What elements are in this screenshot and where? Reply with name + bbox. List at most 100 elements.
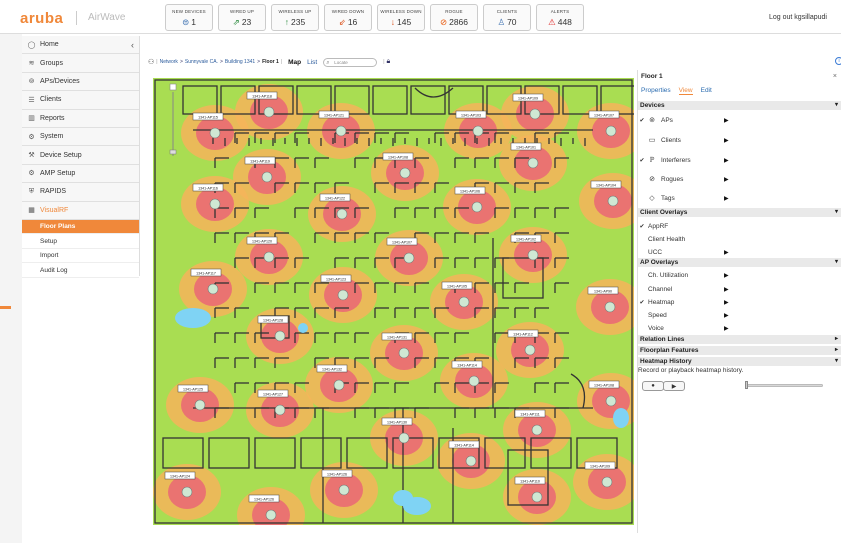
status-bar: NEW DEVICES ⊜ 1 WIRED UP ⇗ 23 WIRELESS UP ↑ 235 W… (165, 4, 584, 31)
section-client-overlays[interactable]: Client Overlays ▾ (638, 208, 841, 217)
help-icon[interactable]: i (835, 57, 841, 65)
tab-edit[interactable]: Edit (701, 87, 712, 95)
rogue-icon: ⊘ (439, 17, 448, 27)
submenu-arrow-icon: ▶ (724, 312, 729, 319)
expand-icon: ▸ (834, 347, 838, 353)
overlay-speed[interactable]: Speed ▶ (638, 309, 758, 321)
sidebar-item-label: System (40, 133, 64, 141)
ap-icon (529, 108, 541, 120)
tab-list[interactable]: List (307, 59, 317, 66)
submenu-arrow-icon: ▶ (724, 195, 729, 202)
sidebar-item-clients[interactable]: ☰ Clients (22, 91, 139, 110)
sidebar-item-system[interactable]: ⚙ System (22, 127, 139, 147)
ap-label: 1341-AP123 (326, 277, 346, 281)
section-relation-label: Relation Lines (640, 336, 685, 343)
stat-label: WIRELESS UP (278, 9, 312, 14)
record-button[interactable]: ● (642, 381, 664, 391)
sidebar-item-groups[interactable]: ≋ Groups (22, 54, 139, 73)
stat-wireless-down[interactable]: WIRELESS DOWN ↓ 145 (377, 4, 425, 31)
stat-clients[interactable]: CLIENTS ♙ 70 (483, 4, 531, 31)
stat-label: WIRELESS DOWN (380, 9, 422, 14)
overlay-channel[interactable]: Channel ▶ (638, 283, 758, 295)
network-icon[interactable]: ⚇ (148, 58, 154, 66)
tab-map[interactable]: Map (288, 59, 301, 66)
overlay-ucc[interactable]: UCC ▶ (638, 246, 758, 258)
stat-number: 16 (347, 17, 358, 27)
stat-wired-down[interactable]: WIRED DOWN ⇙ 16 (324, 4, 372, 31)
ap-icon (527, 249, 539, 261)
wireless-up-icon: ↑ (284, 17, 290, 27)
close-icon[interactable]: × (833, 73, 837, 80)
sidebar-item-reports[interactable]: ▥ Reports (22, 109, 139, 128)
section-ap-overlays[interactable]: AP Overlays ▾ (638, 258, 841, 267)
history-slider-handle[interactable] (745, 381, 748, 389)
breadcrumb-network[interactable]: Network (160, 59, 178, 65)
breadcrumb-building[interactable]: Building 1341 (225, 59, 255, 65)
collapse-sidebar-icon[interactable]: ‹ (131, 40, 134, 50)
locate-search-input[interactable]: ⌕ Locate (323, 57, 378, 67)
logout-link[interactable]: Log out kgsillapudi (769, 14, 827, 21)
sidebar-item-visualrf[interactable]: ▦ VisualRF (22, 201, 139, 220)
section-floorplan-features[interactable]: Floorplan Features ▸ (638, 346, 841, 355)
clients-icon: ☰ (28, 96, 35, 104)
overlay-client-health[interactable]: Client Health (638, 233, 758, 245)
stat-new-devices[interactable]: NEW DEVICES ⊜ 1 (165, 4, 213, 31)
ap-icon: ⊚ (28, 78, 35, 86)
ap-icon (398, 347, 410, 359)
overlay-aps[interactable]: ✔ ⊚ APs ▶ (638, 114, 758, 126)
ap-icon (265, 509, 277, 521)
ap-icon (207, 283, 219, 295)
breadcrumb-floor: Floor 1 (262, 59, 279, 65)
overlay-heatmap[interactable]: ✔ Heatmap ▶ (638, 296, 758, 308)
tab-view[interactable]: View (678, 87, 693, 95)
overlay-rogues[interactable]: ⊘ Rogues ▶ (638, 173, 758, 185)
section-relation-lines[interactable]: Relation Lines ▸ (638, 335, 841, 344)
lock-icon[interactable]: 🔒︎ (387, 58, 391, 66)
overlay-label: Ch. Utilization (648, 271, 689, 279)
subnav-setup[interactable]: Setup (22, 234, 139, 249)
aruba-logo[interactable]: aruba (20, 10, 63, 27)
history-slider-track[interactable] (747, 384, 823, 387)
stat-wired-up[interactable]: WIRED UP ⇗ 23 (218, 4, 266, 31)
overlay-label: Channel (648, 285, 673, 293)
visualrf-icon: ▦ (28, 207, 35, 215)
search-placeholder: Locate (334, 59, 348, 65)
subnav-floor-plans[interactable]: Floor Plans (22, 219, 139, 235)
ap-icon (465, 455, 477, 467)
sidebar-item-rapids[interactable]: ⛨ RAPIDS (22, 183, 139, 202)
overlay-voice[interactable]: Voice ▶ (638, 322, 758, 334)
overlay-clients[interactable]: ▭ Clients ▶ (638, 134, 758, 146)
sidebar-item-label: Groups (40, 59, 63, 67)
subnav-audit-log[interactable]: Audit Log (22, 263, 139, 278)
stat-value: ♙ 70 (484, 17, 530, 28)
play-button[interactable]: ▶ (663, 381, 685, 391)
overlay-label: Interferers (661, 156, 691, 164)
sidebar-item-aps-devices[interactable]: ⊚ APs/Devices (22, 72, 139, 92)
sidebar-nav: ‹ ◯ Home ≋ Groups ⊚ APs/Devices ☰ Clients ▥ Repor… (22, 36, 140, 278)
wired-down-icon: ⇙ (338, 17, 346, 27)
stat-rogue[interactable]: ROGUE ⊘ 2866 (430, 4, 478, 31)
ap-label: 1341-AP125 (183, 387, 203, 391)
breadcrumb-site[interactable]: Sunnyvale CA. (185, 59, 218, 65)
overlay-label: Heatmap (648, 298, 675, 306)
overlay-tags[interactable]: ◇ Tags ▶ (638, 192, 758, 204)
ap-icon (468, 375, 480, 387)
subnav-import[interactable]: Import (22, 248, 139, 264)
section-devices[interactable]: Devices ▾ (638, 101, 841, 110)
amp-setup-icon: ⚙ (28, 170, 35, 178)
section-client-label: Client Overlays (640, 209, 688, 216)
device-icon: ⊜ (182, 17, 190, 27)
section-heatmap-history[interactable]: Heatmap History ▾ (638, 357, 841, 366)
stat-alerts[interactable]: ALERTS ⚠ 448 (536, 4, 584, 31)
overlay-ch-utilization[interactable]: Ch. Utilization ▶ (638, 269, 758, 281)
sidebar-item-amp-setup[interactable]: ⚙ AMP Setup (22, 164, 139, 184)
tab-properties[interactable]: Properties (641, 87, 671, 95)
overlay-apprf[interactable]: ✔ AppRF (638, 220, 758, 232)
ap-label: 1341-AP109 (518, 96, 538, 100)
overlay-label: Speed (648, 311, 667, 319)
overlay-interferers[interactable]: ✔ ℙ Interferers ▶ (638, 154, 758, 166)
sidebar-item-home[interactable]: ◯ Home (22, 36, 139, 55)
floor-plan-heatmap[interactable]: 1341-AP118 1341-AP109 1341-AP115 1341-AP121… (153, 78, 634, 525)
sidebar-item-device-setup[interactable]: ⚒ Device Setup (22, 146, 139, 165)
stat-wireless-up[interactable]: WIRELESS UP ↑ 235 (271, 4, 319, 31)
